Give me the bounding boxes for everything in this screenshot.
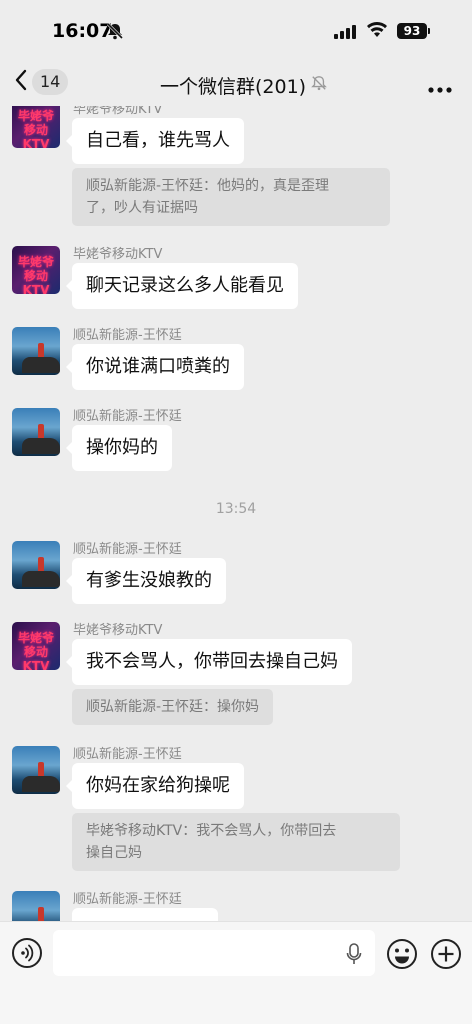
chat-title: 一个微信群(201) xyxy=(160,76,307,98)
nav-bar: 14 一个微信群(201) xyxy=(0,62,472,106)
wifi-icon xyxy=(366,21,388,42)
quote-line: 毕姥爷移动KTV：我不会骂人，你带回去 xyxy=(86,823,337,839)
avatar[interactable] xyxy=(12,541,60,589)
sender-name: 顺弘新能源-王怀廷 xyxy=(73,409,182,424)
message-bubble[interactable]: 操你妈的 xyxy=(66,425,172,471)
time-divider: 13:54 xyxy=(215,501,257,517)
avatar-rock xyxy=(22,438,60,454)
message-bubble[interactable]: 我不会骂人，你带回去操自己妈 xyxy=(66,639,352,685)
avatar[interactable] xyxy=(12,327,60,375)
message-bubble[interactable]: 你妈在家给狗操呢 xyxy=(66,763,244,809)
avatar[interactable] xyxy=(12,891,60,921)
avatar-label: 毕姥爷 xyxy=(17,109,54,123)
avatar[interactable]: 毕姥爷 移动KTV xyxy=(12,622,60,670)
status-time: 16:07 xyxy=(52,20,113,42)
quoted-message[interactable]: 毕姥爷移动KTV：我不会骂人，你带回去 操自己妈 xyxy=(72,813,400,871)
bell-slash-icon xyxy=(106,22,124,44)
voice-button[interactable] xyxy=(12,938,42,968)
status-bar: 16:07 93 xyxy=(0,0,472,62)
microphone-icon[interactable] xyxy=(346,943,362,969)
back-button[interactable]: 14 xyxy=(14,68,69,96)
sender-name: 顺弘新能源-王怀廷 xyxy=(73,542,182,557)
avatar[interactable]: 毕姥爷 移动KTV xyxy=(12,106,60,148)
sender-name: 顺弘新能源-王怀廷 xyxy=(73,747,182,762)
avatar-label: 移动KTV xyxy=(22,645,50,670)
chevron-left-icon xyxy=(14,68,28,96)
sender-name: 顺弘新能源-王怀廷 xyxy=(73,892,182,907)
quote-line: 操自己妈 xyxy=(86,845,142,861)
quote-line: 顺弘新能源-王怀廷：他妈的，真是歪理 xyxy=(86,178,330,194)
quoted-message[interactable]: 顺弘新能源-王怀廷：操你妈 xyxy=(72,689,274,725)
signal-icon xyxy=(334,24,358,43)
avatar-rock xyxy=(22,776,60,792)
sender-name: 顺弘新能源-王怀廷 xyxy=(73,328,182,343)
bell-slash-icon xyxy=(311,75,327,95)
avatar-figure xyxy=(38,907,44,921)
avatar[interactable] xyxy=(12,408,60,456)
message-bubble[interactable]: 自己看，谁先骂人 xyxy=(66,118,244,164)
avatar-label: 移动KTV xyxy=(22,123,50,148)
message-bubble[interactable]: 聊天记录这么多人能看见 xyxy=(66,263,298,309)
message-bubble[interactable]: 有爹生没娘教的 xyxy=(66,558,226,604)
emoji-button[interactable] xyxy=(386,938,418,974)
avatar[interactable]: 毕姥爷 移动KTV xyxy=(12,246,60,294)
message-bubble[interactable]: 你说谁满口喷粪的 xyxy=(66,344,244,390)
quote-line: 顺弘新能源-王怀廷：操你妈 xyxy=(86,699,260,715)
more-options-button[interactable] xyxy=(428,78,452,97)
quoted-message[interactable]: 顺弘新能源-王怀廷：他妈的，真是歪理 了，吵人有证据吗 xyxy=(72,168,390,226)
sender-name: 毕姥爷移动KTV xyxy=(73,247,163,262)
avatar-rock xyxy=(22,357,60,373)
sender-name: 毕姥爷移动KTV xyxy=(73,106,163,117)
battery-indicator: 93 xyxy=(397,23,427,39)
avatar-label: 毕姥爷 xyxy=(17,631,54,645)
unread-count-badge: 14 xyxy=(32,69,69,95)
input-bar xyxy=(0,921,472,1024)
quote-line: 了，吵人有证据吗 xyxy=(86,200,198,216)
message-bubble[interactable] xyxy=(72,908,218,921)
avatar-label: 移动KTV xyxy=(22,269,50,294)
battery-tip xyxy=(428,28,430,34)
avatar-rock xyxy=(22,571,60,587)
plus-circle-icon[interactable] xyxy=(430,938,462,974)
chat-area[interactable]: 毕姥爷 移动KTV 毕姥爷移动KTV 自己看，谁先骂人 顺弘新能源-王怀廷：他妈… xyxy=(0,106,472,921)
avatar-label: 毕姥爷 xyxy=(17,255,54,269)
sender-name: 毕姥爷移动KTV xyxy=(73,623,163,638)
avatar[interactable] xyxy=(12,746,60,794)
message-input[interactable] xyxy=(53,930,375,976)
